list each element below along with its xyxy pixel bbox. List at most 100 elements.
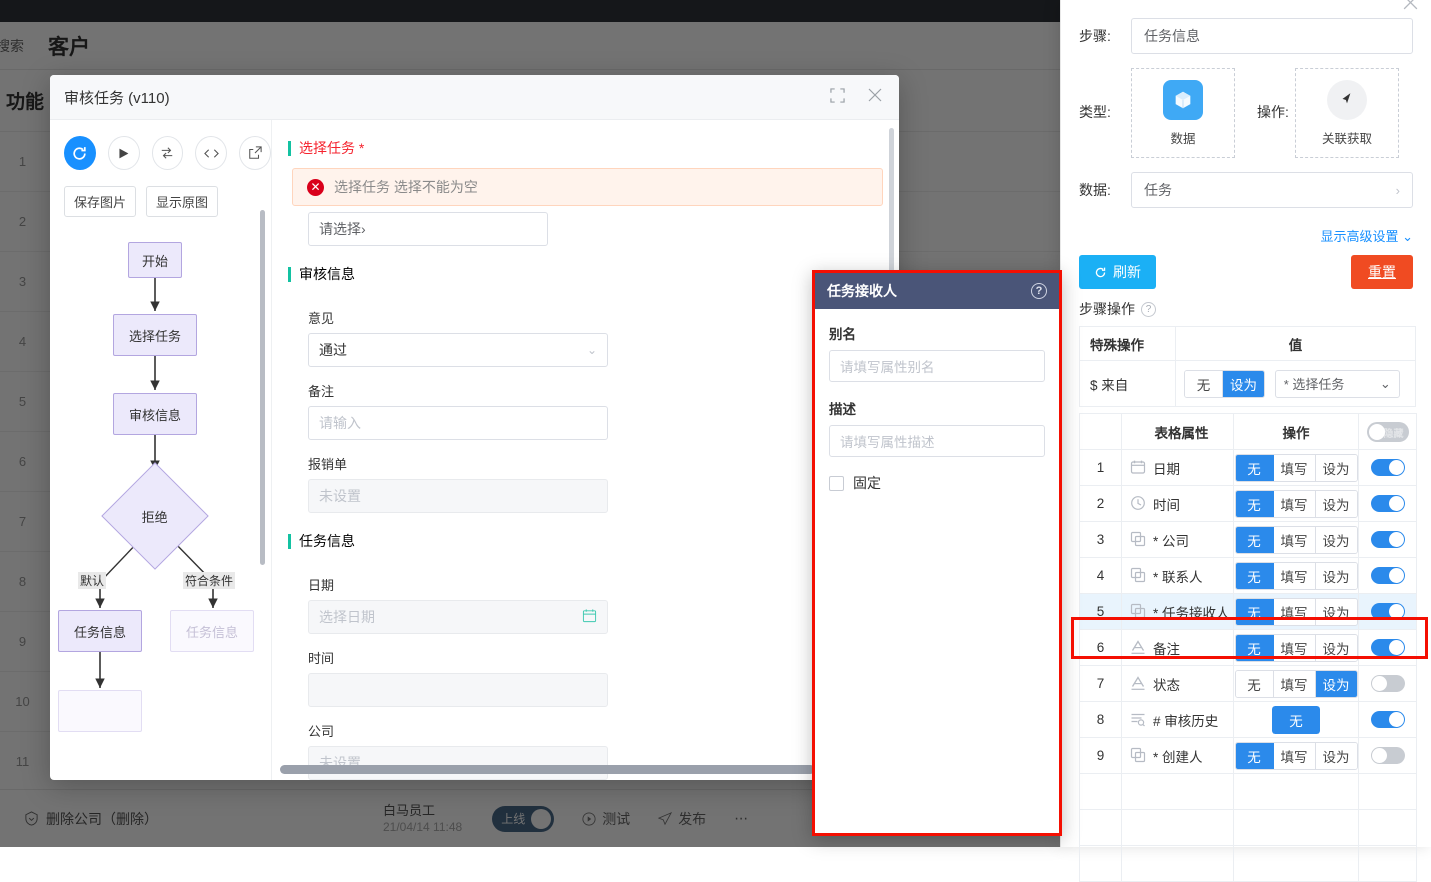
row-6-option-填写[interactable]: 填写 (1273, 634, 1316, 661)
table-row[interactable]: 9 * 创建人 无填写 设为 (1079, 737, 1417, 774)
row-1-visibility-toggle[interactable] (1370, 459, 1405, 476)
row-7-operation-segmented[interactable]: 无填写 设为 (1234, 669, 1358, 698)
row-3-option-设为[interactable]: 设为 (1315, 526, 1357, 553)
advanced-settings-link[interactable]: 显示高级设置 ⌄ (1061, 222, 1431, 245)
row-5-option-填写[interactable]: 填写 (1273, 598, 1316, 625)
row-1-option-无[interactable]: 无 (1235, 454, 1274, 481)
reset-button[interactable]: 重置 (1351, 255, 1413, 289)
flow-node-task-info[interactable]: 任务信息 (58, 610, 142, 652)
row-5-operation-segmented[interactable]: 无填写 设为 (1234, 597, 1358, 626)
field-remark-1-input[interactable]: 请输入 (308, 406, 608, 440)
field-opinion-select[interactable]: 通过 ⌄ (308, 333, 608, 367)
row-5-option-无[interactable]: 无 (1235, 598, 1274, 625)
special-op-segmented[interactable]: 无 设为 (1184, 369, 1265, 398)
row-4-option-无[interactable]: 无 (1235, 562, 1274, 589)
flow-node-start[interactable]: 开始 (128, 242, 182, 278)
action-picker[interactable]: 关联获取 (1295, 68, 1399, 158)
special-op-option-none[interactable]: 无 (1185, 370, 1223, 397)
row-9-option-设为[interactable]: 设为 (1315, 742, 1357, 769)
table-row[interactable]: 7 状态 无填写 设为 (1079, 665, 1417, 702)
row-9-visibility-toggle[interactable] (1370, 747, 1405, 764)
fixed-checkbox[interactable] (829, 475, 844, 491)
description-input[interactable]: 请填写属性描述 (829, 425, 1045, 457)
table-row[interactable]: 6 备注 无填写 设为 (1079, 629, 1417, 666)
row-7-option-无[interactable]: 无 (1235, 670, 1274, 697)
question-icon[interactable]: ? (1031, 283, 1047, 299)
row-9-option-填写[interactable]: 填写 (1273, 742, 1316, 769)
row-1-option-填写[interactable]: 填写 (1273, 454, 1316, 481)
special-op-value-select[interactable]: * 选择任务 ⌄ (1274, 369, 1400, 398)
row-7-option-填写[interactable]: 填写 (1273, 670, 1316, 697)
alias-input[interactable]: 请填写属性别名 (829, 350, 1045, 382)
close-icon[interactable] (867, 87, 883, 108)
code-icon[interactable] (195, 136, 228, 170)
table-row[interactable]: 4 * 联系人 无填写 设为 (1079, 557, 1417, 594)
row-3-option-无[interactable]: 无 (1235, 526, 1274, 553)
show-original-button[interactable]: 显示原图 (146, 186, 219, 217)
hide-all-toggle[interactable]: 隐藏 (1366, 421, 1409, 442)
row-4-option-填写[interactable]: 填写 (1273, 562, 1316, 589)
row-4-operation-segmented[interactable]: 无填写 设为 (1234, 561, 1358, 590)
flow-node-task-info-ghost[interactable]: 任务信息 (170, 610, 254, 652)
table-row[interactable]: 8 # 审核历史 无 (1079, 701, 1417, 738)
row-3-option-填写[interactable]: 填写 (1273, 526, 1316, 553)
step-input[interactable]: 任务信息 (1131, 18, 1413, 54)
flow-node-audit-info[interactable]: 审核信息 (113, 393, 197, 435)
data-select[interactable]: 任务 › (1131, 172, 1413, 208)
row-5-option-设为[interactable]: 设为 (1315, 598, 1357, 625)
type-picker[interactable]: 数据 (1131, 68, 1235, 158)
field-remark-1-label: 备注 (308, 384, 335, 399)
expand-icon[interactable] (830, 87, 845, 108)
row-9-option-无[interactable]: 无 (1235, 742, 1274, 769)
row-6-visibility-toggle[interactable] (1370, 639, 1405, 656)
play-icon[interactable] (107, 136, 140, 170)
table-row[interactable]: 1 日期 无填写 设为 (1079, 449, 1417, 486)
row-6-option-设为[interactable]: 设为 (1315, 634, 1357, 661)
flow-node-select-task[interactable]: 选择任务 (113, 314, 197, 356)
select-task-dropdown[interactable]: 请选择 › (308, 212, 548, 246)
refresh-icon[interactable] (64, 136, 96, 170)
row-3-visibility-toggle[interactable] (1370, 531, 1405, 548)
row-1-option-设为[interactable]: 设为 (1315, 454, 1357, 481)
row-8-option-无[interactable]: 无 (1272, 705, 1320, 734)
flow-scrollbar[interactable] (260, 210, 265, 565)
fixed-checkbox-row[interactable]: 固定 (829, 473, 1045, 493)
flow-node-next[interactable] (58, 690, 142, 732)
row-9-operation-segmented[interactable]: 无填写 设为 (1234, 741, 1358, 770)
table-row[interactable]: 2 时间 无填写 设为 (1079, 485, 1417, 522)
row-5-visibility-toggle[interactable] (1370, 603, 1405, 620)
row-8-visibility-toggle[interactable] (1370, 711, 1405, 728)
save-image-button[interactable]: 保存图片 (64, 186, 137, 217)
flow-canvas[interactable]: 开始 选择任务 审核信息 拒绝 默认 符合条件 任务信息 任务信息 (50, 230, 255, 770)
step-value: 任务信息 (1144, 28, 1200, 44)
external-link-icon[interactable] (239, 136, 271, 170)
row-2-option-设为[interactable]: 设为 (1315, 490, 1357, 517)
row-4-option-设为[interactable]: 设为 (1315, 562, 1357, 589)
row-6-option-无[interactable]: 无 (1235, 634, 1274, 661)
row-6-operation-segmented[interactable]: 无填写 设为 (1234, 633, 1358, 662)
row-3-operation-segmented[interactable]: 无填写 设为 (1234, 525, 1358, 554)
form-horizontal-scrollbar[interactable] (280, 765, 815, 774)
refresh-button[interactable]: 刷新 (1079, 255, 1156, 289)
row-8-operation-segmented[interactable]: 无 (1272, 705, 1320, 734)
row-2-option-无[interactable]: 无 (1235, 490, 1274, 517)
swap-icon[interactable] (151, 136, 184, 170)
table-row[interactable]: 3 * 公司 无填写 设为 (1079, 521, 1417, 558)
field-date-input[interactable]: 选择日期 (308, 600, 608, 634)
question-icon[interactable]: ? (1141, 301, 1156, 317)
table-row[interactable]: 5 * 任务接收人无填写 设为 (1079, 593, 1417, 630)
special-op-option-set[interactable]: 设为 (1223, 370, 1264, 397)
row-4-visibility-toggle[interactable] (1370, 567, 1405, 584)
row-7-option-设为[interactable]: 设为 (1315, 670, 1357, 697)
row-2-option-填写[interactable]: 填写 (1273, 490, 1316, 517)
flow-diagram-pane: 保存图片 显示原图 开始 选择任务 审核信息 拒绝 默认 符合条件 任务信息 任… (50, 120, 272, 780)
row-1-operation-segmented[interactable]: 无填写 设为 (1234, 453, 1358, 482)
row-index: 5 (1079, 593, 1122, 630)
field-time-input (308, 673, 608, 707)
row-2-operation-segmented[interactable]: 无填写 设为 (1234, 489, 1358, 518)
close-icon[interactable] (1402, 0, 1419, 16)
row-2-visibility-toggle[interactable] (1370, 495, 1405, 512)
row-7-visibility-toggle[interactable] (1370, 675, 1405, 692)
field-time: 时间 (308, 648, 608, 707)
section-audit-info: 审核信息 (288, 264, 899, 284)
